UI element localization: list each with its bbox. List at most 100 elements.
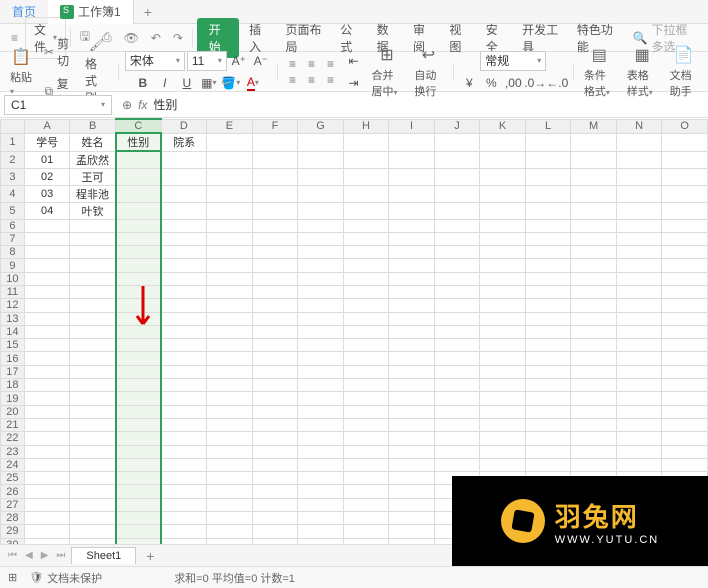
cell-N11[interactable] bbox=[616, 285, 662, 298]
cell-J7[interactable] bbox=[434, 232, 480, 245]
cut-button[interactable]: ✂剪切 bbox=[40, 33, 77, 71]
font-color-button[interactable]: A▾ bbox=[243, 73, 263, 93]
cell-B10[interactable] bbox=[70, 272, 116, 285]
cell-I21[interactable] bbox=[389, 418, 434, 431]
menu-layout[interactable]: 页面布局 bbox=[277, 18, 330, 58]
cell-E13[interactable] bbox=[207, 312, 253, 325]
cell-H7[interactable] bbox=[343, 232, 389, 245]
col-header-B[interactable]: B bbox=[70, 119, 116, 133]
cell-D23[interactable] bbox=[161, 445, 207, 458]
cell-E24[interactable] bbox=[207, 458, 253, 471]
cell-M5[interactable] bbox=[571, 202, 617, 219]
cell-G2[interactable] bbox=[298, 151, 344, 168]
cell-C4[interactable] bbox=[116, 185, 162, 202]
cell-M13[interactable] bbox=[571, 312, 617, 325]
new-tab-button[interactable]: + bbox=[134, 4, 162, 20]
cell-B13[interactable] bbox=[70, 312, 116, 325]
cell-D22[interactable] bbox=[161, 432, 207, 445]
cell-I10[interactable] bbox=[389, 272, 434, 285]
cell-D18[interactable] bbox=[161, 379, 207, 392]
cell-K23[interactable] bbox=[480, 445, 526, 458]
merge-button[interactable]: ⊞ 合并居中▾ bbox=[367, 44, 406, 99]
cell-K14[interactable] bbox=[480, 325, 526, 338]
cell-A9[interactable] bbox=[24, 259, 70, 272]
cell-M4[interactable] bbox=[571, 185, 617, 202]
fx-icon[interactable]: fx bbox=[138, 98, 147, 112]
cell-K1[interactable] bbox=[480, 133, 526, 151]
cell-E12[interactable] bbox=[207, 299, 253, 312]
row-header-23[interactable]: 23 bbox=[1, 445, 25, 458]
cell-O17[interactable] bbox=[662, 365, 708, 378]
cell-F2[interactable] bbox=[252, 151, 298, 168]
cell-O13[interactable] bbox=[662, 312, 708, 325]
cell-I17[interactable] bbox=[389, 365, 434, 378]
cell-E1[interactable] bbox=[207, 133, 253, 151]
fill-color-button[interactable]: 🪣▾ bbox=[221, 73, 241, 93]
cell-M17[interactable] bbox=[571, 365, 617, 378]
align-top-right[interactable]: ≡ bbox=[321, 57, 339, 71]
cell-C5[interactable] bbox=[116, 202, 162, 219]
cell-G4[interactable] bbox=[298, 185, 344, 202]
cell-C28[interactable] bbox=[116, 512, 162, 525]
cell-D19[interactable] bbox=[161, 392, 207, 405]
cell-D12[interactable] bbox=[161, 299, 207, 312]
row-header-28[interactable]: 28 bbox=[1, 512, 25, 525]
cell-F19[interactable] bbox=[252, 392, 298, 405]
cell-J3[interactable] bbox=[434, 168, 480, 185]
cell-B18[interactable] bbox=[70, 379, 116, 392]
cell-D24[interactable] bbox=[161, 458, 207, 471]
cell-L6[interactable] bbox=[525, 219, 571, 232]
cell-I9[interactable] bbox=[389, 259, 434, 272]
cell-B3[interactable]: 王可 bbox=[70, 168, 116, 185]
sheet-nav-next[interactable]: ▶ bbox=[39, 550, 51, 561]
cell-H10[interactable] bbox=[343, 272, 389, 285]
cell-I24[interactable] bbox=[389, 458, 434, 471]
cell-I23[interactable] bbox=[389, 445, 434, 458]
cell-K21[interactable] bbox=[480, 418, 526, 431]
cell-E25[interactable] bbox=[207, 472, 253, 485]
cell-H15[interactable] bbox=[343, 339, 389, 352]
cell-G8[interactable] bbox=[298, 246, 344, 259]
cell-F3[interactable] bbox=[252, 168, 298, 185]
cell-B20[interactable] bbox=[70, 405, 116, 418]
cell-B22[interactable] bbox=[70, 432, 116, 445]
cell-G9[interactable] bbox=[298, 259, 344, 272]
cell-H27[interactable] bbox=[343, 498, 389, 511]
cell-L20[interactable] bbox=[525, 405, 571, 418]
cell-G6[interactable] bbox=[298, 219, 344, 232]
app-menu-icon[interactable]: ≡ bbox=[6, 28, 23, 48]
cell-G11[interactable] bbox=[298, 285, 344, 298]
cell-N10[interactable] bbox=[616, 272, 662, 285]
cell-I19[interactable] bbox=[389, 392, 434, 405]
cell-H13[interactable] bbox=[343, 312, 389, 325]
cell-C15[interactable] bbox=[116, 339, 162, 352]
row-header-17[interactable]: 17 bbox=[1, 365, 25, 378]
col-header-F[interactable]: F bbox=[252, 119, 298, 133]
row-header-3[interactable]: 3 bbox=[1, 168, 25, 185]
cell-C23[interactable] bbox=[116, 445, 162, 458]
cell-C27[interactable] bbox=[116, 498, 162, 511]
cell-C10[interactable] bbox=[116, 272, 162, 285]
cell-A13[interactable] bbox=[24, 312, 70, 325]
cell-I12[interactable] bbox=[389, 299, 434, 312]
cell-O15[interactable] bbox=[662, 339, 708, 352]
cell-K22[interactable] bbox=[480, 432, 526, 445]
cell-E6[interactable] bbox=[207, 219, 253, 232]
redo-icon[interactable]: ↷ bbox=[168, 28, 188, 48]
cell-I4[interactable] bbox=[389, 185, 434, 202]
cell-D25[interactable] bbox=[161, 472, 207, 485]
cell-A4[interactable]: 03 bbox=[24, 185, 70, 202]
row-header-7[interactable]: 7 bbox=[1, 232, 25, 245]
cell-D15[interactable] bbox=[161, 339, 207, 352]
cell-G19[interactable] bbox=[298, 392, 344, 405]
cell-E20[interactable] bbox=[207, 405, 253, 418]
underline-button[interactable]: U bbox=[177, 73, 197, 93]
cell-L9[interactable] bbox=[525, 259, 571, 272]
cell-F18[interactable] bbox=[252, 379, 298, 392]
cell-L14[interactable] bbox=[525, 325, 571, 338]
cell-O23[interactable] bbox=[662, 445, 708, 458]
cell-F14[interactable] bbox=[252, 325, 298, 338]
row-header-10[interactable]: 10 bbox=[1, 272, 25, 285]
cell-E22[interactable] bbox=[207, 432, 253, 445]
cell-D8[interactable] bbox=[161, 246, 207, 259]
